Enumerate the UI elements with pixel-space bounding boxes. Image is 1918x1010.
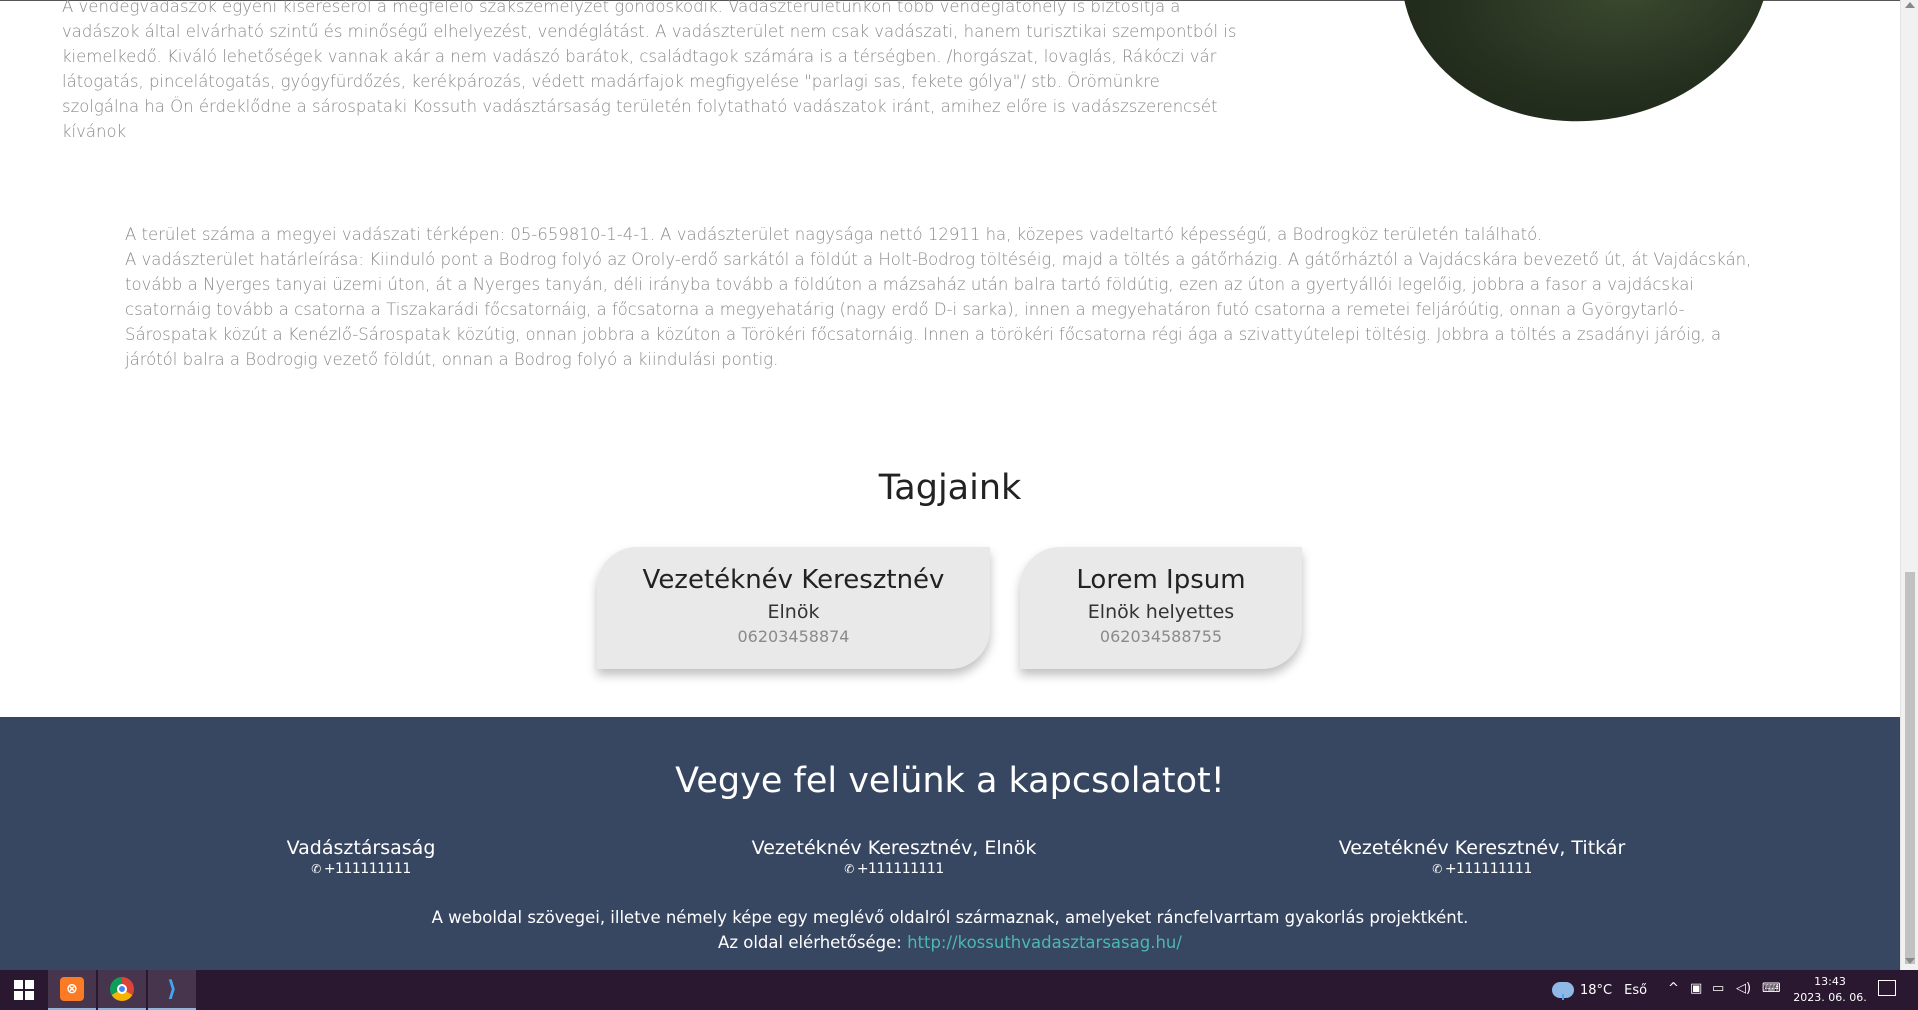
members-title: Tagjaink [878, 468, 1022, 508]
page: A vendégvadászok egyéni kíséréséről a me… [0, 0, 1900, 970]
weather-widget[interactable]: 18°C Eső [1552, 970, 1647, 1010]
member-phone: 06203458874 [737, 627, 850, 646]
contact-title: Vegye fel velünk a kapcsolatot! [675, 761, 1225, 801]
hero-image [1399, 0, 1791, 145]
contact-phone-number: +111111111 [323, 861, 411, 877]
rain-cloud-icon [1552, 982, 1574, 1000]
clock-date: 2023. 06. 06. [1793, 991, 1867, 1004]
xampp-icon: ⊗ [60, 977, 84, 1001]
member-role: Elnök helyettes [1087, 601, 1235, 623]
footer-note: A weboldal szövegei, illetve némely képe… [0, 905, 1900, 955]
taskbar-vscode[interactable]: ⟩ [148, 970, 196, 1010]
phone-icon: ✆ [311, 862, 321, 876]
member-name: Vezetéknév Keresztnév [642, 565, 945, 595]
notification-icon[interactable] [1878, 980, 1896, 996]
intro-paragraph: A vendégvadászok egyéni kíséréséről a me… [62, 0, 1237, 141]
contact-column: Vezetéknév Keresztnév, Elnök ✆ +111111111 [644, 837, 1144, 877]
phone-icon: ✆ [1432, 862, 1442, 876]
chevron-up-icon[interactable]: ^ [1668, 981, 1679, 996]
contact-name: Vezetéknév Keresztnév, Titkár [1338, 837, 1626, 859]
meeting-icon[interactable]: ▣ [1690, 981, 1702, 996]
contact-phone-number: +111111111 [856, 861, 944, 877]
contact-column: Vadásztársaság ✆ +111111111 [111, 837, 611, 877]
taskbar-xampp[interactable]: ⊗ [48, 970, 96, 1010]
taskbar-chrome[interactable] [98, 970, 146, 1010]
start-button[interactable] [0, 970, 48, 1010]
scroll-down-arrow-icon[interactable] [1905, 958, 1915, 964]
vscode-icon: ⟩ [166, 976, 178, 1002]
area-line-2: A vadászterület határleírása: Kiinduló p… [125, 250, 1752, 369]
footer-note-line: A weboldal szövegei, illetve némely képe… [431, 908, 1469, 927]
weather-desc: Eső [1624, 982, 1648, 998]
vertical-scrollbar[interactable] [1900, 0, 1918, 970]
area-line-1: A terület száma a megyei vadászati térké… [125, 225, 1543, 244]
keyboard-icon[interactable]: ⌨ [1762, 981, 1781, 996]
windows-icon [14, 980, 34, 1000]
footer-note-prefix: Az oldal elérhetősége: [718, 933, 908, 952]
area-description: A terület száma a megyei vadászati térké… [125, 222, 1775, 372]
taskbar: ⊗ ⟩ 18°C Eső ^ ▣ ▭ ◁) ⌨ 13:43 2023. 06. … [0, 970, 1918, 1010]
member-role: Elnök [767, 601, 820, 623]
contact-phone: ✆ +111111111 [111, 861, 611, 877]
contact-column: Vezetéknév Keresztnév, Titkár ✆ +11111111… [1232, 837, 1732, 877]
chrome-icon [110, 977, 134, 1001]
contact-phone-number: +111111111 [1444, 861, 1532, 877]
scroll-up-arrow-icon[interactable] [1905, 2, 1915, 8]
clock[interactable]: 13:43 2023. 06. 06. [1790, 974, 1870, 1006]
volume-icon[interactable]: ◁) [1736, 981, 1751, 996]
phone-icon: ✆ [844, 862, 854, 876]
member-phone: 062034588755 [1099, 627, 1223, 646]
contact-section: Vegye fel velünk a kapcsolatot! Vadásztá… [0, 717, 1900, 970]
member-card: Lorem Ipsum Elnök helyettes 062034588755 [1020, 547, 1302, 669]
clock-time: 13:43 [1814, 975, 1846, 988]
network-icon[interactable]: ▭ [1712, 981, 1724, 996]
site-link[interactable]: http://kossuthvadasztarsasag.hu/ [907, 933, 1182, 952]
member-card: Vezetéknév Keresztnév Elnök 06203458874 [597, 547, 990, 669]
footer-note-link-line: Az oldal elérhetősége: http://kossuthvad… [0, 930, 1900, 955]
contact-phone: ✆ +111111111 [644, 861, 1144, 877]
contact-name: Vadásztársaság [286, 837, 436, 859]
contact-name: Vezetéknév Keresztnév, Elnök [751, 837, 1037, 859]
member-name: Lorem Ipsum [1076, 565, 1246, 595]
scroll-thumb[interactable] [1905, 572, 1915, 964]
weather-temp: 18°C [1580, 982, 1613, 998]
contact-phone: ✆ +111111111 [1232, 861, 1732, 877]
